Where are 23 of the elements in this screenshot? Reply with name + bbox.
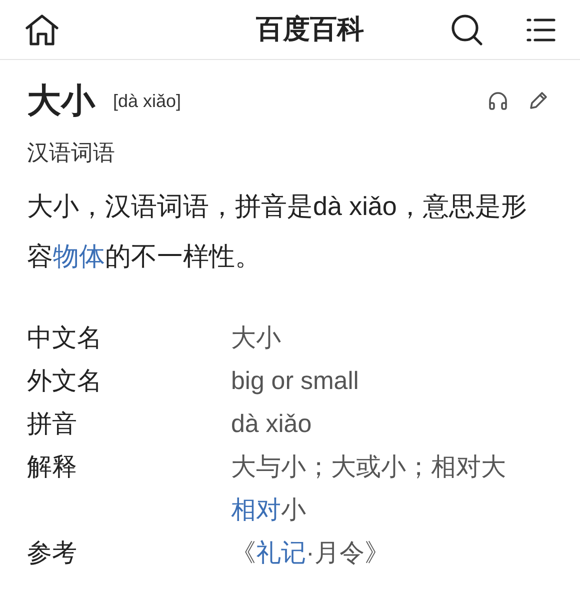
field-label: 拼音 xyxy=(27,409,78,440)
search-icon[interactable] xyxy=(450,12,484,46)
link[interactable]: 物体 xyxy=(53,241,105,271)
field-value: 大小 xyxy=(231,323,282,354)
entry-title: 大小 xyxy=(27,80,95,122)
menu-icon[interactable] xyxy=(526,16,556,42)
field-value: 《礼记·月令》 xyxy=(231,538,390,569)
entry-pinyin: [dà xiǎo] xyxy=(113,90,182,113)
site-title: 百度百科 xyxy=(256,13,364,46)
headphones-icon[interactable] xyxy=(487,90,509,112)
field-value: dà xiǎo xyxy=(231,409,313,440)
field-value: 大与小；大或小；相对大 相对小 xyxy=(231,452,507,526)
entry-category: 汉语词语 xyxy=(27,139,116,167)
field-value: big or small xyxy=(231,366,360,397)
field-label: 中文名 xyxy=(27,323,103,354)
home-icon[interactable] xyxy=(24,12,60,46)
field-label: 参考 xyxy=(27,538,78,569)
summary-paragraph: 大小，汉语词语，拼音是dà xiǎo，意思是形容物体的不一样性。 xyxy=(27,190,528,273)
link[interactable]: 相对 xyxy=(231,496,281,524)
pencil-icon[interactable] xyxy=(527,90,549,112)
field-label: 外文名 xyxy=(27,366,103,397)
field-label: 解释 xyxy=(27,452,78,483)
link[interactable]: 礼记 xyxy=(256,539,306,567)
